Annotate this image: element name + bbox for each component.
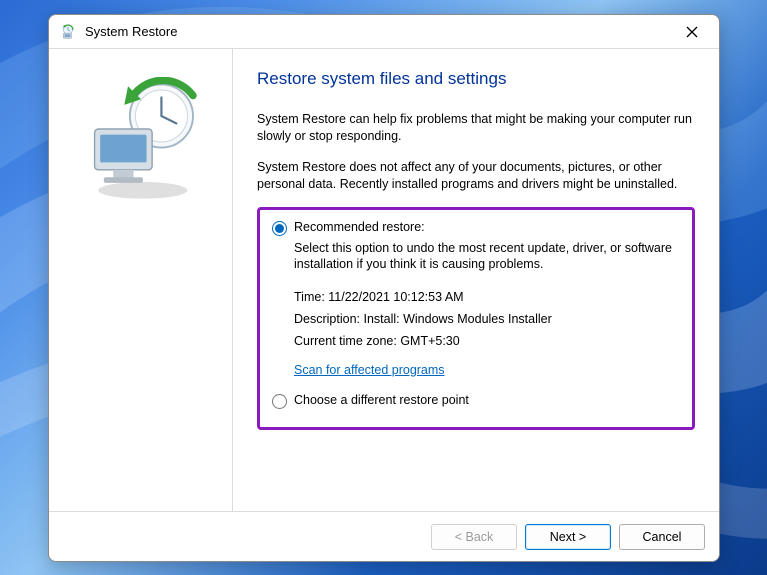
intro-paragraph-1: System Restore can help fix problems tha… [257, 111, 695, 145]
wizard-body: Restore system files and settings System… [49, 49, 719, 511]
titlebar: System Restore [49, 15, 719, 49]
detail-time: Time:11/22/2021 10:12:53 AM [294, 287, 678, 309]
page-heading: Restore system files and settings [257, 69, 695, 89]
cancel-button[interactable]: Cancel [619, 524, 705, 550]
detail-description: Description:Install: Windows Modules Ins… [294, 309, 678, 331]
restore-point-details: Time:11/22/2021 10:12:53 AM Description:… [294, 287, 678, 353]
window-title: System Restore [85, 24, 673, 39]
recommended-restore-radio[interactable] [272, 221, 287, 236]
different-restore-label: Choose a different restore point [294, 393, 469, 407]
wizard-sidebar [49, 49, 233, 511]
next-button[interactable]: Next > [525, 524, 611, 550]
recommended-restore-option[interactable]: Recommended restore: [272, 220, 678, 236]
detail-timezone: Current time zone:GMT+5:30 [294, 331, 678, 353]
intro-paragraph-2: System Restore does not affect any of yo… [257, 159, 695, 193]
close-button[interactable] [673, 20, 711, 44]
restore-artwork-icon [76, 77, 206, 207]
recommended-restore-description: Select this option to undo the most rece… [294, 240, 678, 274]
wizard-footer: < Back Next > Cancel [49, 511, 719, 561]
system-restore-icon [59, 23, 77, 41]
scan-affected-programs-link[interactable]: Scan for affected programs [294, 363, 445, 377]
restore-options-group: Recommended restore: Select this option … [257, 207, 695, 430]
different-restore-radio[interactable] [272, 394, 287, 409]
system-restore-wizard-window: System Restore Restore system files and … [48, 14, 720, 562]
back-button: < Back [431, 524, 517, 550]
recommended-restore-label: Recommended restore: [294, 220, 425, 234]
different-restore-option[interactable]: Choose a different restore point [272, 393, 678, 409]
wizard-content: Restore system files and settings System… [233, 49, 719, 511]
